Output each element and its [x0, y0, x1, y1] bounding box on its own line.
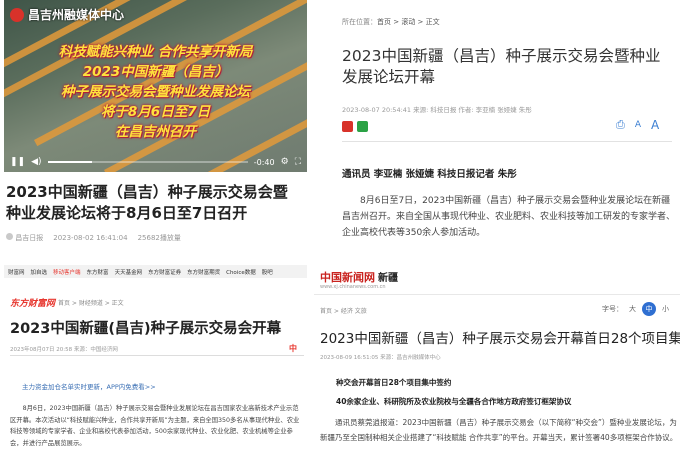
- video-date: 2023-08-02 16:41:04: [53, 234, 128, 242]
- overlay-line: 将于8月6日至7日: [100, 104, 211, 120]
- video-meta: 昌吉日报 2023-08-02 16:41:04 25682播放量: [6, 233, 181, 243]
- overlay-line: 种子展示交易会暨种业发展论坛: [61, 84, 250, 100]
- portal-meta: 2023年08月07日 20:58 来源：中国经济网: [10, 347, 118, 353]
- font-small-button[interactable]: 小: [662, 304, 669, 314]
- topbar-link[interactable]: 财富网: [8, 268, 25, 276]
- video-controls: ❚❚ ◀) -0:40 ⚙ ⛶: [4, 152, 307, 172]
- overlay-line: 2023中国新疆（昌吉）: [82, 64, 229, 80]
- breadcrumb[interactable]: 首页 > 财经频道 > 正文: [58, 298, 124, 307]
- time-remaining: -0:40: [253, 157, 275, 167]
- breadcrumb: 所在位置：首页 > 滚动 > 正文: [342, 17, 440, 27]
- topbar-link[interactable]: 东方财富: [87, 268, 109, 276]
- volume-icon[interactable]: ◀): [31, 157, 41, 167]
- font-size-controls: ⎙ A A: [616, 118, 659, 132]
- article-panel: 所在位置：首页 > 滚动 > 正文 2023中国新疆（昌吉）种子展示交易会暨种业…: [320, 0, 680, 255]
- topbar-link[interactable]: Choice数据: [226, 268, 256, 276]
- redmark-icon: 中: [289, 344, 297, 353]
- news-body: 通讯员蔡莞逍报道：2023中国新疆（昌吉）种子展示交易会（以下简称“种交会”）暨…: [320, 418, 678, 442]
- weibo-share-icon[interactable]: [342, 121, 353, 132]
- video-player[interactable]: 昌吉州融媒体中心 科技赋能兴种业 合作共享开新局 2023中国新疆（昌吉） 种子…: [4, 0, 307, 172]
- settings-icon[interactable]: ⚙: [281, 157, 289, 167]
- article-body: 8月6日至7日，2023中国新疆（昌吉）种子展示交易会暨种业发展论坛在新疆昌吉州…: [342, 196, 676, 238]
- video-views: 25682播放量: [137, 234, 181, 242]
- divider: [342, 141, 672, 142]
- topbar-link[interactable]: 移动客户端: [53, 268, 81, 276]
- site-header: 中国新闻网 新疆 www.xj.chinanews.com.cn: [314, 265, 680, 295]
- news-title: 2023中国新疆（昌吉）种子展示交易会开幕首日28个项目集中签约: [320, 331, 680, 347]
- progress-bar[interactable]: [47, 161, 248, 163]
- source-icon: [6, 233, 13, 240]
- breadcrumb[interactable]: 首页 > 经济 文旅: [320, 306, 367, 315]
- portal-logo[interactable]: 东方财富网: [10, 296, 55, 309]
- crumb-path[interactable]: 首页 > 滚动 > 正文: [377, 18, 440, 26]
- overlay-line: 在昌吉州召开: [115, 124, 196, 140]
- font-large-button[interactable]: 大: [629, 304, 636, 314]
- topbar-link[interactable]: 东方财富证券: [148, 268, 181, 276]
- video-news-panel: 昌吉州融媒体中心 科技赋能兴种业 合作共享开新局 2023中国新疆（昌吉） 种子…: [0, 0, 307, 255]
- video-title[interactable]: 2023中国新疆（昌吉）种子展示交易会暨种业发展论坛将于8月6日至7日召开: [6, 182, 302, 224]
- video-source: 昌吉日报: [15, 234, 44, 242]
- font-size-label: 字号：: [602, 305, 623, 313]
- brand-name: 中国新闻网: [320, 271, 375, 284]
- font-size-selector: 字号： 大 中 小: [602, 302, 669, 316]
- logo-text: 昌吉州融媒体中心: [28, 8, 125, 22]
- site-url: www.xj.chinanews.com.cn: [320, 284, 386, 290]
- topbar-link[interactable]: 加自选: [31, 268, 48, 276]
- font-medium-button[interactable]: 中: [642, 302, 656, 316]
- topbar-link[interactable]: 天天基金网: [115, 268, 143, 276]
- topbar-link[interactable]: 东方财富期货: [187, 268, 220, 276]
- article-meta: 2023-08-07 20:54:41 来源: 科技日报 作者: 李亚楠 张娅婕…: [342, 106, 532, 114]
- article-authors: 通讯员 李亚楠 张娅婕 科技日报记者 朱彤: [342, 169, 517, 180]
- brand-section: 新疆: [378, 273, 398, 284]
- pause-icon[interactable]: ❚❚: [10, 157, 25, 167]
- font-decrease-button[interactable]: A: [635, 120, 641, 130]
- article-title: 2023中国新疆（昌吉）种子展示交易会暨种业发展论坛开幕: [342, 47, 661, 86]
- fullscreen-icon[interactable]: ⛶: [295, 157, 301, 167]
- media-center-logo: 昌吉州融媒体中心: [10, 6, 124, 23]
- news-subheading: 40余家企业、科研院所及农业院校与全疆各合作地方政府签订框架协议: [336, 397, 572, 406]
- overlay-line: 科技赋能兴种业 合作共享开新局: [58, 44, 253, 60]
- font-increase-button[interactable]: A: [651, 118, 659, 132]
- print-icon[interactable]: ⎙: [616, 118, 625, 132]
- news-meta: 2023-08-09 16:51:05 来源：昌吉州融媒体中心: [320, 355, 441, 361]
- share-bar: [342, 121, 368, 132]
- logo-icon: [10, 7, 24, 22]
- progress-fill: [47, 161, 92, 163]
- site-logo[interactable]: 中国新闻网 新疆: [320, 269, 398, 285]
- wechat-share-icon[interactable]: [357, 121, 368, 132]
- portal-title: 2023中国新疆(昌吉)种子展示交易会开幕: [10, 321, 282, 337]
- portal-topbar: 财富网 加自选 移动客户端 东方财富 天天基金网 东方财富证券 东方财富期货 C…: [4, 265, 307, 278]
- crumb-prefix: 所在位置：: [342, 18, 377, 26]
- portal-body: 8月6日，2023中国新疆（昌吉）种子展示交易会暨种业发展论坛在昌吉国家农业高新…: [10, 405, 300, 447]
- news-subheading: 种交会开幕首日28个项目集中签约: [336, 378, 452, 387]
- chinanews-panel: 中国新闻网 新疆 www.xj.chinanews.com.cn 首页 > 经济 …: [314, 265, 680, 458]
- topbar-link[interactable]: 股吧: [262, 268, 273, 276]
- promo-link[interactable]: 主力资金加仓名单实时更新，APP内免费看>>: [22, 381, 156, 391]
- portal-panel: 财富网 加自选 移动客户端 东方财富 天天基金网 东方财富证券 东方财富期货 C…: [4, 265, 307, 458]
- divider: [10, 355, 304, 356]
